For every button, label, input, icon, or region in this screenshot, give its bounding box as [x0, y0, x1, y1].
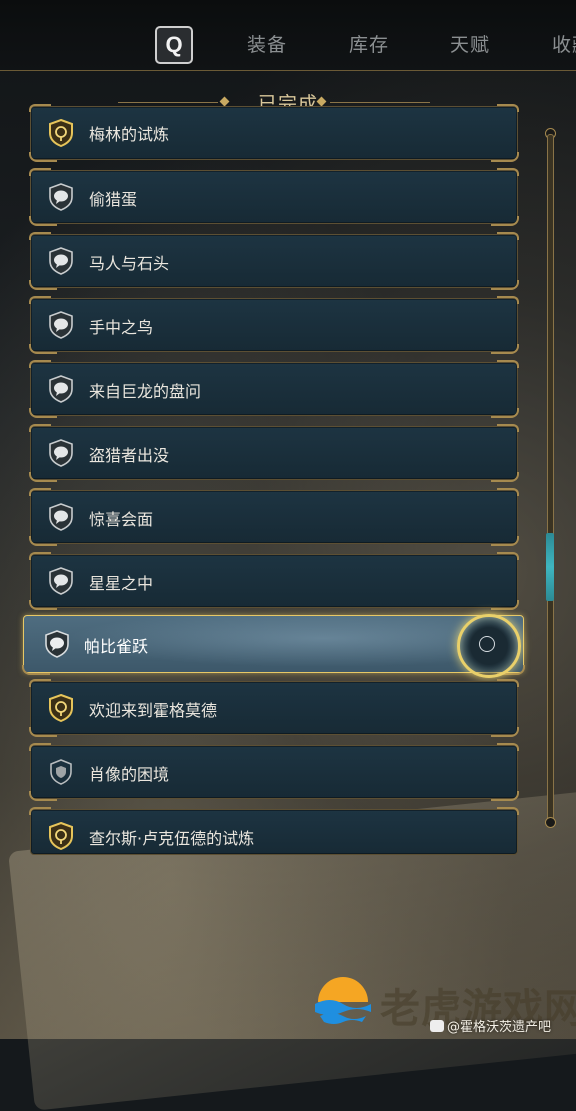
- paw-icon: [430, 1020, 444, 1032]
- quest-label: 马人与石头: [89, 254, 170, 273]
- quest-row[interactable]: 欢迎来到霍格莫德: [29, 679, 519, 737]
- gold-shield-quest-icon: [49, 119, 73, 147]
- quest-row[interactable]: 惊喜会面: [29, 488, 519, 546]
- quest-row[interactable]: 偷猎蛋: [29, 168, 519, 226]
- quest-row[interactable]: 手中之鸟: [29, 296, 519, 354]
- quest-label: 查尔斯·卢克伍德的试炼: [89, 829, 255, 848]
- watermark-handle-text: @霍格沃茨遗产吧: [447, 1020, 552, 1035]
- watermark-logo: [315, 977, 371, 1024]
- quest-label: 肖像的困境: [89, 765, 170, 784]
- scrollbar-thumb[interactable]: [546, 533, 554, 601]
- quest-row[interactable]: 来自巨龙的盘问: [29, 360, 519, 418]
- speech-bubble-quest-icon: [45, 630, 69, 658]
- quest-row[interactable]: 盗猎者出没: [29, 424, 519, 482]
- quest-label: 盗猎者出没: [89, 446, 170, 465]
- quest-label: 惊喜会面: [89, 510, 154, 529]
- quest-row[interactable]: 查尔斯·卢克伍德的试炼: [29, 807, 519, 855]
- completed-quest-list: 梅林的试炼 偷猎蛋 马人与石头 手中之鸟 来自巨龙的盘问 盗猎者出没 惊喜会面 …: [0, 0, 576, 1039]
- quest-label: 星星之中: [89, 574, 154, 593]
- quest-row-selected[interactable]: 帕比雀跃: [22, 614, 525, 678]
- track-quest-button[interactable]: [457, 614, 521, 678]
- quest-label: 帕比雀跃: [84, 637, 149, 656]
- quest-label: 梅林的试炼: [89, 125, 170, 144]
- speech-bubble-quest-icon: [49, 375, 73, 403]
- watermark-handle: @霍格沃茨遗产吧: [430, 1016, 551, 1035]
- gold-shield-quest-icon: [49, 822, 73, 850]
- speech-bubble-quest-icon: [49, 439, 73, 467]
- speech-bubble-quest-icon: [49, 503, 73, 531]
- speech-bubble-quest-icon: [49, 311, 73, 339]
- quest-row[interactable]: 梅林的试炼: [29, 104, 519, 162]
- speech-bubble-quest-icon: [49, 567, 73, 595]
- quest-row[interactable]: 肖像的困境: [29, 743, 519, 801]
- quest-label: 手中之鸟: [89, 318, 154, 337]
- gold-shield-quest-icon: [49, 694, 73, 722]
- scrollbar-bottom-cap: [545, 817, 556, 828]
- quest-label: 偷猎蛋: [89, 190, 138, 209]
- silver-shield-quest-icon: [50, 759, 72, 785]
- speech-bubble-quest-icon: [49, 183, 73, 211]
- quest-row[interactable]: 马人与石头: [29, 232, 519, 290]
- quest-label: 来自巨龙的盘问: [89, 382, 202, 401]
- scrollbar-track[interactable]: [547, 134, 554, 824]
- target-circle-icon: [479, 636, 495, 652]
- speech-bubble-quest-icon: [49, 247, 73, 275]
- quest-row[interactable]: 星星之中: [29, 552, 519, 610]
- quest-label: 欢迎来到霍格莫德: [89, 701, 218, 720]
